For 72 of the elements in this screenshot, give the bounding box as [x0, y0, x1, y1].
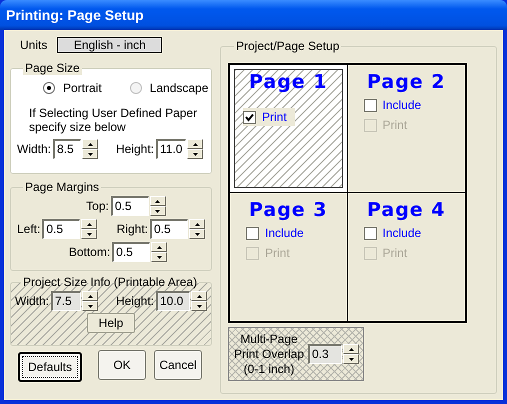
- number-field[interactable]: 8.5: [53, 139, 82, 159]
- up-arrow-icon: [156, 246, 162, 248]
- spin-buttons[interactable]: [191, 291, 207, 311]
- spin-buttons[interactable]: [189, 219, 205, 239]
- up-arrow-icon: [348, 348, 354, 350]
- number-field[interactable]: 0.5: [42, 219, 80, 239]
- checkbox-box[interactable]: [364, 98, 376, 112]
- field-label: Width:: [17, 141, 52, 158]
- checkmark-icon: [245, 112, 254, 122]
- group-title: Project/Page Setup: [234, 40, 342, 53]
- group-title: Page Margins: [23, 181, 102, 194]
- page-title: Page 2: [366, 70, 446, 94]
- up-arrow-icon: [88, 294, 93, 298]
- up-arrow-icon: [86, 222, 92, 226]
- dialog-button[interactable]: Cancel: [154, 350, 202, 380]
- page-title: Page 4: [366, 198, 446, 222]
- down-arrow-icon: [88, 304, 93, 308]
- down-arrow-icon: [155, 210, 160, 212]
- checkbox[interactable]: Include: [246, 224, 312, 242]
- up-arrow-icon: [194, 222, 200, 226]
- page-title: Page 1: [248, 70, 328, 94]
- field-label: Height:: [116, 141, 154, 158]
- radio-label: Landscape: [150, 80, 208, 97]
- spin-buttons[interactable]: [151, 242, 168, 262]
- down-arrow-icon: [348, 358, 354, 360]
- radio-button[interactable]: [130, 82, 142, 94]
- spin-buttons[interactable]: [81, 219, 98, 239]
- down-arrow-icon: [86, 232, 92, 236]
- window-title: Printing: Page Setup: [6, 6, 144, 25]
- spin-buttons[interactable]: [150, 196, 166, 216]
- paper-note: If Selecting User Defined Paper specify size below: [29, 106, 198, 134]
- down-arrow-icon: [156, 256, 162, 258]
- checkbox[interactable]: Print: [243, 108, 295, 126]
- checkbox-box[interactable]: [243, 110, 256, 124]
- spin-buttons[interactable]: [343, 344, 359, 364]
- up-arrow-icon: [88, 142, 93, 146]
- group-title: Project Size Info (Printable Area): [22, 276, 198, 289]
- number-field[interactable]: 11.0: [156, 139, 186, 159]
- units-display: English - inch: [57, 37, 162, 53]
- up-arrow-icon: [196, 294, 202, 298]
- up-arrow-icon: [192, 142, 198, 146]
- down-arrow-icon: [192, 152, 198, 156]
- spin-buttons[interactable]: [82, 291, 98, 311]
- field-label: Bottom:: [68, 244, 110, 261]
- overlap-label: Multi-Page Print Overlap (0-1 inch): [232, 332, 306, 376]
- help-button[interactable]: Help: [87, 313, 135, 333]
- spin-buttons[interactable]: [82, 139, 98, 159]
- down-arrow-icon: [194, 232, 200, 236]
- units-label: Units: [20, 37, 48, 54]
- field-label: Left:: [17, 221, 40, 238]
- spin-buttons[interactable]: [187, 139, 203, 159]
- checkbox[interactable]: Include: [364, 224, 430, 242]
- checkbox-box[interactable]: [364, 226, 376, 240]
- down-arrow-icon: [88, 152, 93, 156]
- page-cell[interactable]: Page 1 Print: [230, 65, 348, 193]
- up-arrow-icon: [155, 200, 160, 202]
- checkbox-box[interactable]: [246, 226, 259, 240]
- field-label: Width:: [15, 293, 50, 310]
- number-field[interactable]: 0.5: [150, 219, 188, 239]
- down-arrow-icon: [196, 304, 202, 308]
- field-label: Right:: [116, 221, 148, 238]
- radio-label: Portrait: [63, 80, 102, 97]
- number-field[interactable]: 0.5: [110, 196, 149, 216]
- group-title: Page Size: [23, 62, 82, 75]
- radio-button[interactable]: [43, 82, 55, 94]
- field-label: Height:: [116, 293, 154, 310]
- page-title: Page 3: [248, 198, 328, 222]
- dialog-button[interactable]: Defaults: [18, 352, 82, 382]
- field-label: Top:: [86, 198, 109, 215]
- number-field[interactable]: 0.5: [112, 242, 150, 262]
- dialog-button[interactable]: OK: [98, 350, 146, 380]
- checkbox[interactable]: Include: [364, 96, 430, 114]
